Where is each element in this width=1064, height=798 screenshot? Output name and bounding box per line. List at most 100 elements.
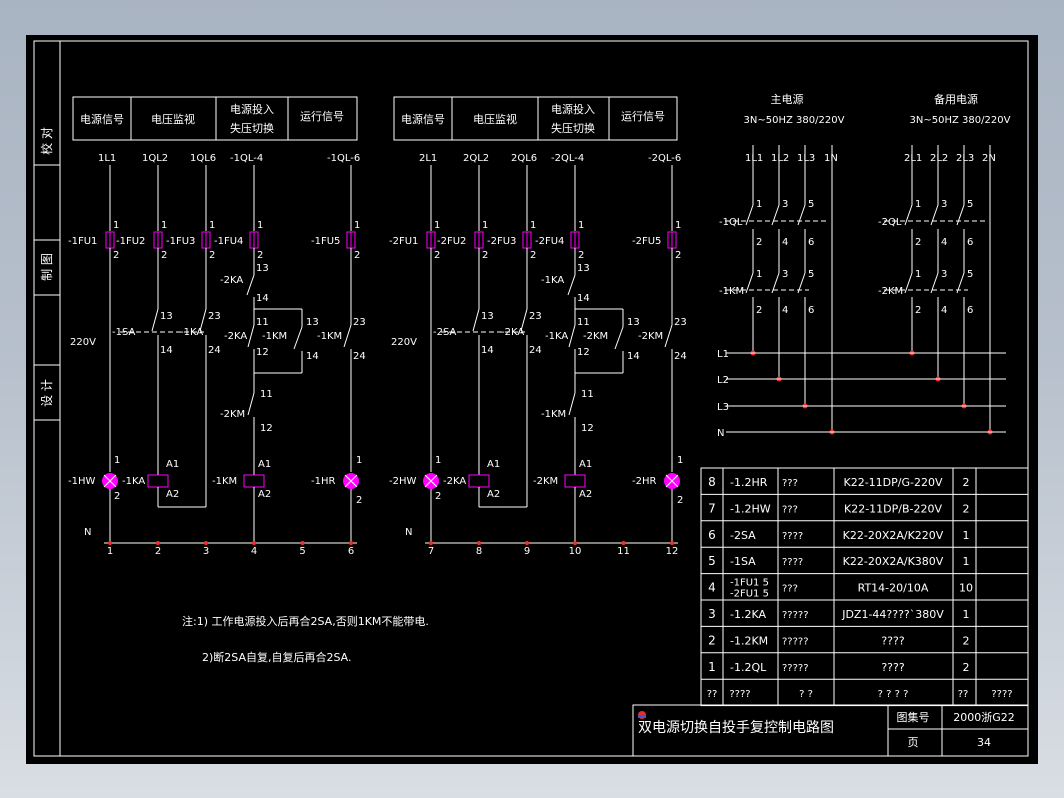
left-node-3: 4 bbox=[251, 546, 257, 557]
left-km-a-label: -1KM bbox=[262, 331, 287, 342]
main_power-ql-pin-top-1: 3 bbox=[782, 199, 788, 210]
left-km-11: 11 bbox=[260, 389, 273, 400]
header-right-run-signal: 运行信号 bbox=[621, 110, 665, 123]
left-sa-label: -1SA bbox=[112, 327, 136, 338]
left-ka-contact-label: -1KA bbox=[180, 327, 203, 338]
header-right-loss-switch: 失压切换 bbox=[551, 121, 595, 135]
right-fuse-pin1-1: 1 bbox=[482, 220, 488, 231]
right-sa-14: 14 bbox=[481, 345, 494, 356]
left-sa-23: 23 bbox=[208, 311, 221, 322]
set-number: 2000浙G22 bbox=[953, 711, 1015, 724]
right-node-dot-1 bbox=[477, 541, 481, 545]
main_power-ql-pin-top-0: 1 bbox=[756, 199, 762, 210]
backup_power-ql-pin-top-0: 1 bbox=[915, 199, 921, 210]
left-km-b-label: -1KM bbox=[317, 331, 342, 342]
bom-row-7-model: ???? bbox=[881, 661, 905, 674]
right-coil-km-a1: A1 bbox=[579, 459, 592, 470]
right-fuse-pin1-3: 1 bbox=[578, 220, 584, 231]
backup_power-term-3: 2N bbox=[982, 153, 996, 164]
bom-row-6-model: ???? bbox=[881, 634, 905, 647]
bom-row-6-name: ????? bbox=[782, 636, 809, 647]
right-lamp-hw bbox=[423, 473, 439, 489]
left-ka-14: 14 bbox=[256, 293, 269, 304]
control-circuit-2: 2L1 2QL2 2QL6 -2QL-4 -2QL-61212121212-2FU1 -2… bbox=[389, 153, 687, 557]
main_power-km-pin-top-0: 1 bbox=[756, 269, 762, 280]
right-fuse-pin2-4: 2 bbox=[675, 250, 681, 261]
left-top-term-2: 1QL6 bbox=[190, 153, 216, 164]
main_power-km-pin-bot-1: 4 bbox=[782, 305, 788, 316]
right-fuse-1 bbox=[474, 231, 484, 249]
left-lamp-hw-label: -1HW bbox=[68, 476, 95, 487]
right-km-a-label: -2KM bbox=[583, 331, 608, 342]
right-node-dot-5 bbox=[670, 541, 674, 545]
left-km-23: 23 bbox=[353, 317, 366, 328]
left-coil-km-a2: A2 bbox=[258, 489, 271, 500]
right-km-b-label: -2KM bbox=[638, 331, 663, 342]
left-voltage-label: 220V bbox=[70, 337, 96, 348]
left-top-term-1: 1QL2 bbox=[142, 153, 168, 164]
bom-row-6-no: 2 bbox=[708, 633, 716, 647]
bom-row-7-qty: 2 bbox=[963, 661, 970, 674]
left-fuse-pin2-2: 2 bbox=[209, 250, 215, 261]
left-hw-pin2: 2 bbox=[114, 491, 120, 502]
header-left-run-signal: 运行信号 bbox=[300, 110, 344, 123]
header-left-loss-switch: 失压切换 bbox=[230, 121, 274, 135]
left-coil-km-label: -1KM bbox=[212, 476, 237, 487]
right-coil-km-label: -2KM bbox=[533, 476, 558, 487]
left-fuse-2 bbox=[201, 231, 211, 249]
bom-row-3-code: -1SA bbox=[730, 555, 756, 568]
right-sa-23: 23 bbox=[529, 311, 542, 322]
main_power-ql-pin-bot-1: 4 bbox=[782, 237, 788, 248]
main_power-contactor-label: -1KM bbox=[719, 286, 744, 297]
left-fuse-label-2: -1FU3 bbox=[166, 236, 195, 247]
main_power-ql-pin-top-2: 5 bbox=[808, 199, 814, 210]
backup_power-km-pin-bot-2: 6 bbox=[967, 305, 973, 316]
left-hr-pin2: 2 bbox=[356, 495, 362, 506]
right-ka-11: 11 bbox=[577, 317, 590, 328]
right-node-dot-0 bbox=[429, 541, 433, 545]
bus-N: N bbox=[717, 428, 724, 439]
bom-row-3-qty: 1 bbox=[963, 555, 970, 568]
left-ka-label-top: -2KA bbox=[220, 275, 243, 286]
left-node-1: 2 bbox=[155, 546, 161, 557]
left-fuse-pin2-1: 2 bbox=[161, 250, 167, 261]
backup_power-breaker-label: -2QL bbox=[878, 217, 902, 228]
bus-L3: L3 bbox=[717, 402, 729, 413]
right-ka-contact-label: -2KA bbox=[501, 327, 524, 338]
right-node-3: 10 bbox=[569, 546, 582, 557]
right-km-c-label: -1KM bbox=[541, 409, 566, 420]
main_power-km-pin-bot-0: 2 bbox=[756, 305, 762, 316]
left-node-dot-3 bbox=[252, 541, 256, 545]
right-node-4: 11 bbox=[617, 546, 630, 557]
backup-power-spec: 3N~50HZ 380/220V bbox=[910, 115, 1011, 126]
bom-row-4-name: ??? bbox=[782, 584, 798, 595]
left-top-term-4: -1QL-6 bbox=[327, 153, 360, 164]
right-fuse-0 bbox=[426, 231, 436, 249]
main_power-ql-pin-bot-0: 2 bbox=[756, 237, 762, 248]
backup_power-contactor-label: -2KM bbox=[878, 286, 903, 297]
right-fuse-label-0: -2FU1 bbox=[389, 236, 418, 247]
right-km-24: 24 bbox=[674, 351, 687, 362]
left-fuse-pin2-3: 2 bbox=[257, 250, 263, 261]
side-label-design: 设 计 bbox=[40, 379, 54, 407]
page-number: 34 bbox=[977, 736, 991, 749]
left-hw-pin1: 1 bbox=[114, 455, 120, 466]
right-coil-ka-a2: A2 bbox=[487, 489, 500, 500]
bom-row-7-code: -1.2QL bbox=[730, 661, 767, 674]
main-power-spec: 3N~50HZ 380/220V bbox=[744, 115, 845, 126]
left-coil-ka bbox=[147, 474, 169, 488]
left-fuse-1 bbox=[153, 231, 163, 249]
right-lamp-hr-label: -2HR bbox=[632, 476, 656, 487]
left-fuse-label-1: -1FU2 bbox=[116, 236, 145, 247]
bom-header-3: ? ? ? ? bbox=[878, 689, 909, 700]
right-km-12: 12 bbox=[581, 423, 594, 434]
bom-row-2-qty: 1 bbox=[963, 529, 970, 542]
left-node-dot-2 bbox=[204, 541, 208, 545]
right-fuse-pin1-2: 1 bbox=[530, 220, 536, 231]
left-fuse-3 bbox=[249, 231, 259, 249]
left-hr-pin1: 1 bbox=[356, 455, 362, 466]
main_power-km-pin-top-2: 5 bbox=[808, 269, 814, 280]
sheet-frame bbox=[33, 40, 1029, 757]
right-fuse-pin2-1: 2 bbox=[482, 250, 488, 261]
header-right-power-signal: 电源信号 bbox=[401, 112, 445, 126]
